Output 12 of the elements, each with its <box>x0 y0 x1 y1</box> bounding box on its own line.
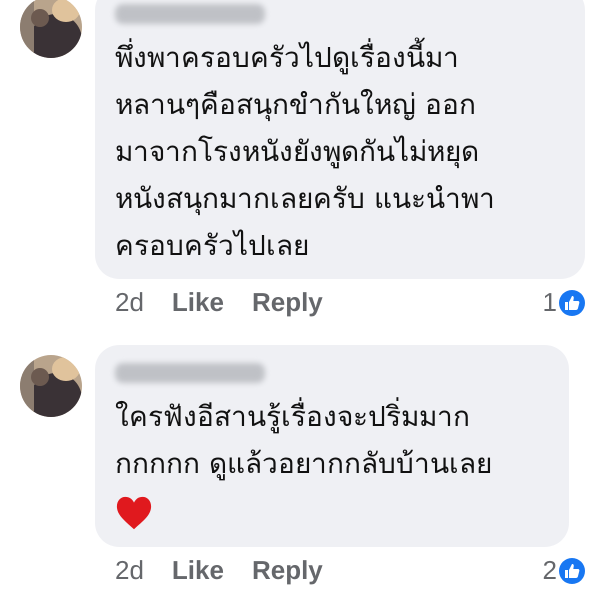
reply-link[interactable]: Reply <box>252 287 323 318</box>
reaction-count: 1 <box>542 287 557 318</box>
like-reaction-icon <box>559 558 585 584</box>
reaction-count: 2 <box>542 555 557 586</box>
comment-time: 2d <box>115 287 144 318</box>
comment-text: ใครฟังอีสานรู้เรื่องจะปริ่มมาก กกกกก ดูแล้วอยากกลับบ้านเลย <box>115 393 549 487</box>
comment-time: 2d <box>115 555 144 586</box>
reply-link[interactable]: Reply <box>252 555 323 586</box>
like-link[interactable]: Like <box>172 555 224 586</box>
like-reaction-icon <box>559 290 585 316</box>
comment-text: พึ่งพาครอบครัวไปดูเรื่องนี้มา หลานๆคือสนุกขำกันใหญ่ ออก มาจากโรงหนังยังพูดกันไม่หยุด หนังสนุกมากเลยครับ แนะนำพา ครอบครัวไปเลย <box>115 34 565 269</box>
like-link[interactable]: Like <box>172 287 224 318</box>
